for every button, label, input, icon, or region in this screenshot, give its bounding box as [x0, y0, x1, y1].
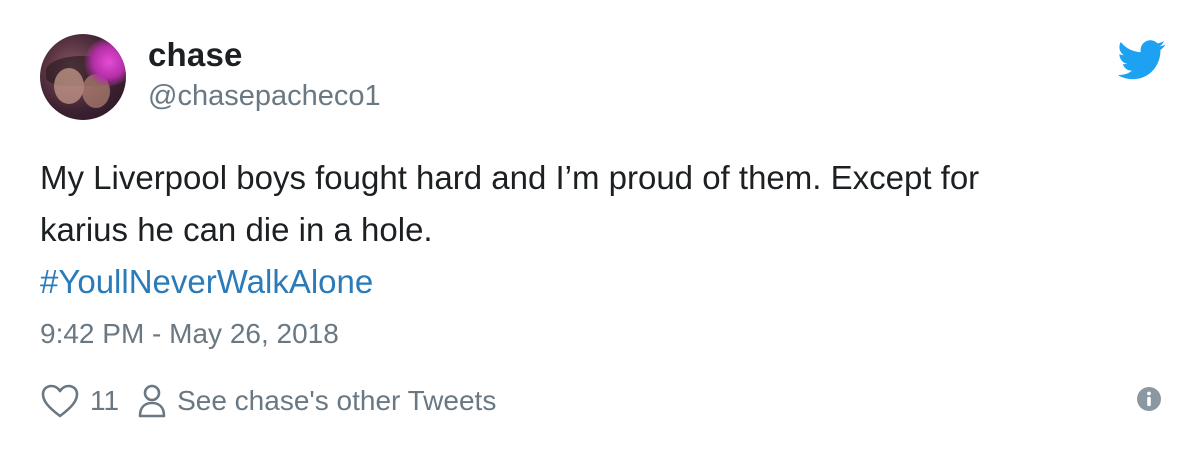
like-count: 11 — [90, 385, 120, 416]
avatar-face-left — [54, 68, 84, 104]
tweet-text: My Liverpool boys fought hard and I’m pr… — [40, 152, 1160, 256]
tweet-timestamp[interactable]: 9:42 PM - May 26, 2018 — [40, 314, 339, 354]
see-other-tweets-link[interactable]: See chase's other Tweets — [137, 383, 496, 419]
see-other-tweets-label: See chase's other Tweets — [177, 385, 497, 416]
tweet-card: chase @chasepacheco1 My Liverpool boys f… — [0, 0, 1200, 450]
heart-icon[interactable] — [40, 383, 80, 419]
twitter-bird-icon[interactable] — [1118, 40, 1166, 80]
avatar-light-glow — [84, 38, 126, 86]
info-icon[interactable] — [1136, 386, 1162, 412]
like-button[interactable]: 11 — [40, 383, 119, 419]
tweet-text-line: karius he can die in a hole. — [40, 211, 433, 248]
tweet-text-line: My Liverpool boys fought hard and I’m pr… — [40, 159, 980, 196]
person-icon — [138, 384, 166, 418]
tweet-actions: 11 See chase's other Tweets — [40, 378, 496, 424]
hashtag-link[interactable]: #YoullNeverWalkAlone — [40, 256, 373, 308]
author-avatar[interactable] — [40, 34, 126, 120]
author-handle[interactable]: @chasepacheco1 — [148, 80, 381, 113]
author-name[interactable]: chase — [148, 36, 243, 74]
